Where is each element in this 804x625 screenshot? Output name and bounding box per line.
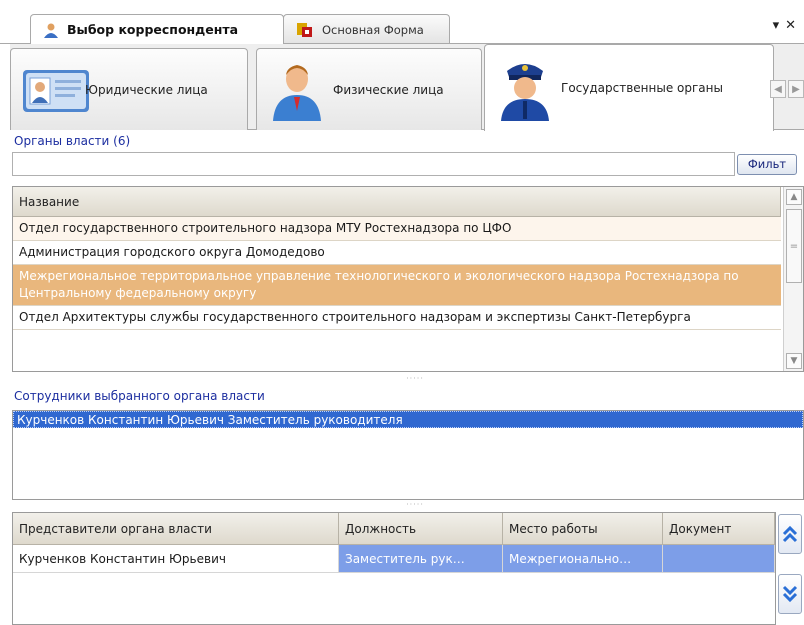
organs-section-title: Органы власти (6) xyxy=(14,134,131,148)
form-icon xyxy=(297,22,312,37)
person-icon xyxy=(273,64,321,121)
dropdown-icon[interactable]: ▾ xyxy=(773,18,780,33)
representatives-grid: Представители органа власти Должность Ме… xyxy=(12,512,776,625)
cell-workplace[interactable]: Межрегионально… xyxy=(503,545,663,573)
tab-scroll-controls: ◀ ▶ xyxy=(770,80,804,98)
table-row-selected[interactable]: Межрегиональное территориальное управлен… xyxy=(13,265,781,306)
move-down-button[interactable] xyxy=(778,574,802,614)
list-item[interactable]: Курченков Константин Юрьевич Заместитель… xyxy=(13,411,803,428)
table-row[interactable]: Курченков Константин Юрьевич Заместитель… xyxy=(13,545,775,573)
scroll-left-icon[interactable]: ◀ xyxy=(770,80,786,98)
tab-label: Основная Форма xyxy=(322,22,424,37)
organs-grid: Название Отдел государственного строител… xyxy=(12,186,804,372)
grid-header: Представители органа власти Должность Ме… xyxy=(13,513,775,545)
document-tab-bar: Выбор корреспондента Основная Форма ▾ ✕ xyxy=(0,0,804,44)
column-header-document[interactable]: Документ xyxy=(663,513,775,544)
tab-label: Государственные органы xyxy=(561,81,723,95)
move-up-button[interactable] xyxy=(778,514,802,554)
scroll-thumb[interactable]: = xyxy=(786,209,802,283)
splitter-handle[interactable]: ····· xyxy=(400,375,430,383)
employees-section-title: Сотрудники выбранного органа власти xyxy=(14,389,265,403)
organs-filter-input[interactable] xyxy=(12,152,735,176)
filter-button[interactable]: Фильт xyxy=(737,154,797,175)
column-header-representative[interactable]: Представители органа власти xyxy=(13,513,339,544)
user-icon xyxy=(44,23,58,38)
tab-main-form[interactable]: Основная Форма xyxy=(283,14,450,44)
vertical-scrollbar[interactable]: ▲ = ▼ xyxy=(783,187,803,371)
cell-position[interactable]: Заместитель рук… xyxy=(339,545,503,573)
splitter-handle[interactable]: ····· xyxy=(400,501,430,509)
employees-list: Курченков Константин Юрьевич Заместитель… xyxy=(12,410,804,500)
column-header-workplace[interactable]: Место работы xyxy=(503,513,663,544)
tab-select-correspondent[interactable]: Выбор корреспондента xyxy=(30,14,284,44)
scroll-right-icon[interactable]: ▶ xyxy=(788,80,804,98)
window-controls: ▾ ✕ xyxy=(773,18,796,33)
id-card-icon xyxy=(23,69,89,112)
officer-icon xyxy=(501,64,549,121)
tab-legal-entities[interactable]: Юридические лица xyxy=(10,48,248,130)
organs-rows: Отдел государственного строительного над… xyxy=(13,217,781,330)
cell-document[interactable] xyxy=(663,545,775,573)
double-chevron-down-icon xyxy=(782,585,798,603)
column-header-position[interactable]: Должность xyxy=(339,513,503,544)
cell-representative[interactable]: Курченков Константин Юрьевич xyxy=(13,545,339,573)
table-row[interactable]: Администрация городского округа Домодедо… xyxy=(13,241,781,265)
tab-individuals[interactable]: Физические лица xyxy=(256,48,482,130)
scroll-down-icon[interactable]: ▼ xyxy=(786,353,802,369)
tab-label: Юридические лица xyxy=(85,82,208,97)
double-chevron-up-icon xyxy=(782,525,798,543)
tab-government-bodies[interactable]: Государственные органы xyxy=(484,44,774,131)
table-row[interactable]: Отдел Архитектуры службы государственног… xyxy=(13,306,781,330)
category-tab-strip: Юридические лица Физические лица Государ… xyxy=(10,44,804,131)
tab-label: Выбор корреспондента xyxy=(67,22,239,37)
close-icon[interactable]: ✕ xyxy=(785,18,796,33)
column-header-name[interactable]: Название xyxy=(13,187,781,217)
tab-label: Физические лица xyxy=(333,82,444,97)
table-row[interactable]: Отдел государственного строительного над… xyxy=(13,217,781,241)
scroll-up-icon[interactable]: ▲ xyxy=(786,189,802,205)
